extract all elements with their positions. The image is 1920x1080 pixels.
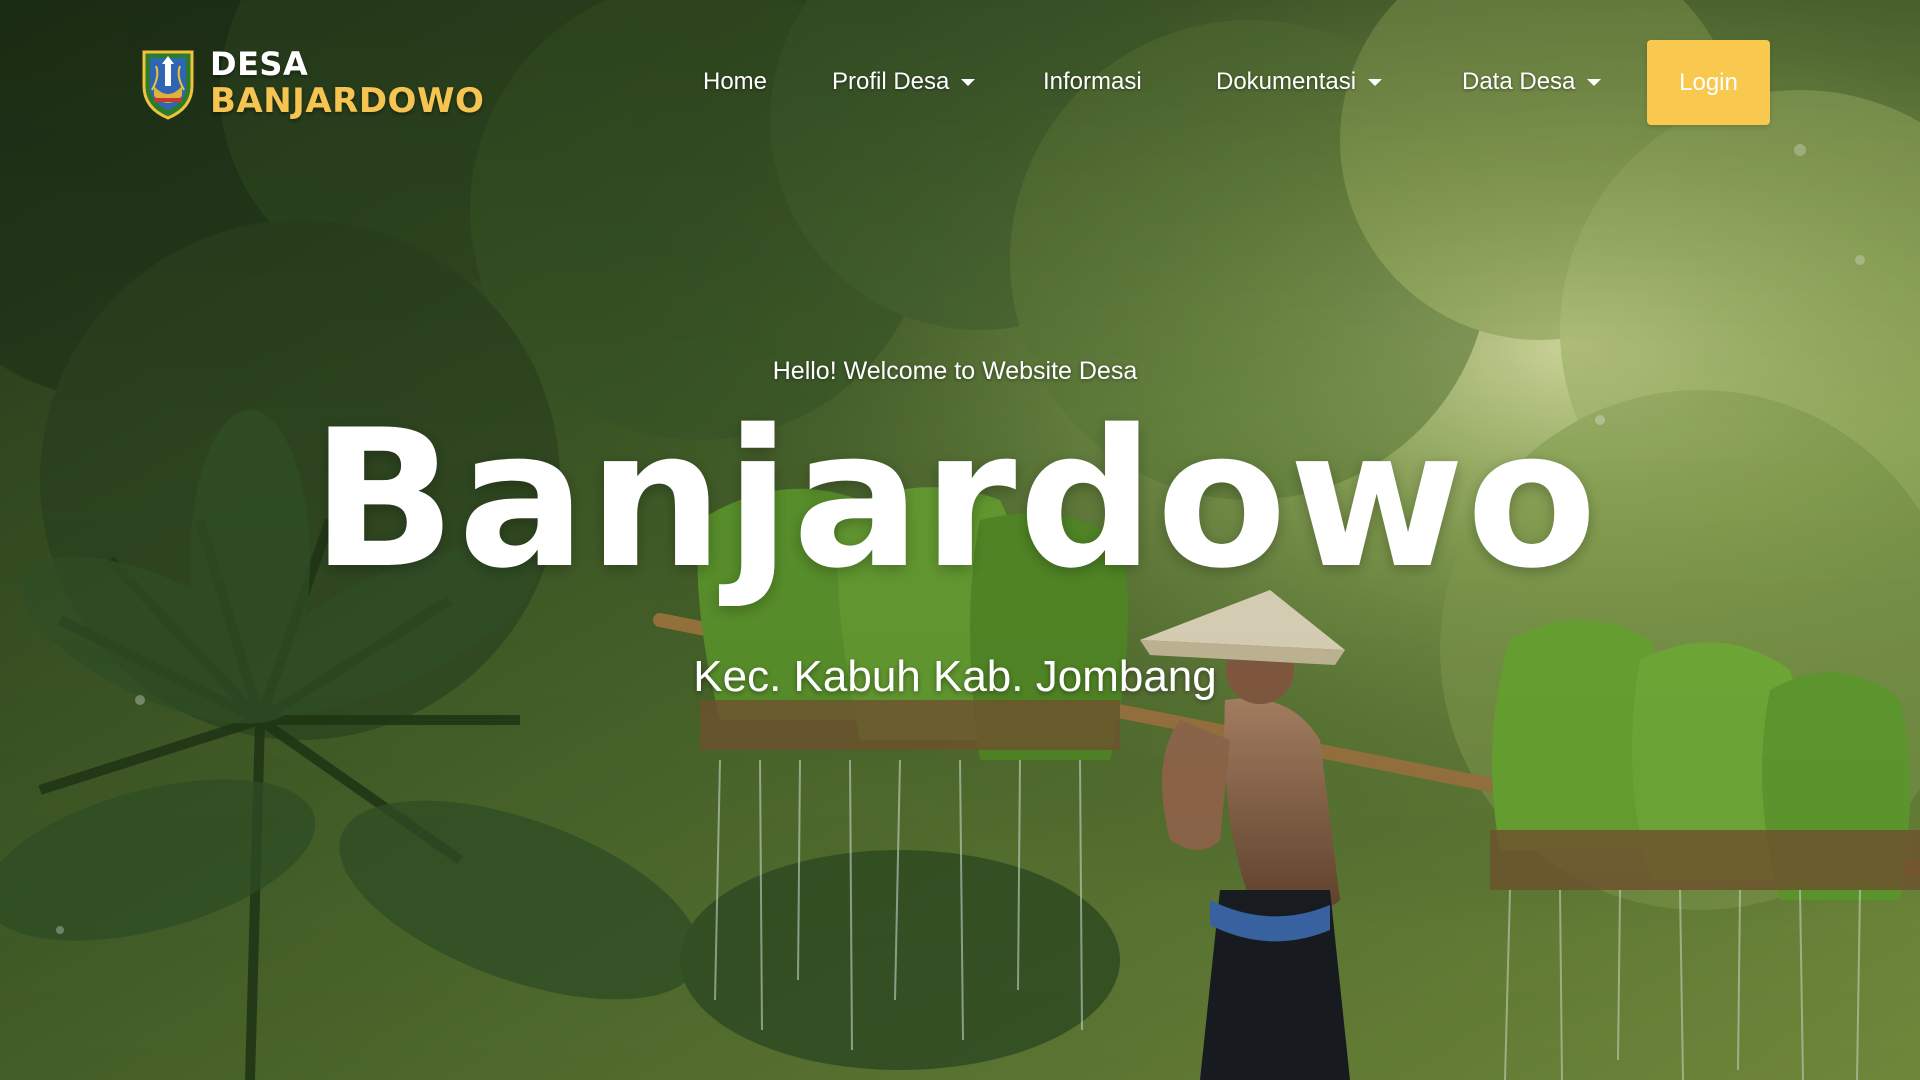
caret-down-icon xyxy=(961,78,976,86)
navbar: DESA BANJARDOWO Home Profil Desa Informa… xyxy=(0,0,1920,160)
nav-item-home[interactable]: Home xyxy=(703,68,767,96)
nav-item-label: Profil Desa xyxy=(832,68,950,95)
caret-down-icon xyxy=(1587,78,1602,86)
caret-down-icon xyxy=(1368,78,1383,86)
nav-item-profil-desa[interactable]: Profil Desa xyxy=(832,68,976,96)
hero-section: DESA BANJARDOWO Home Profil Desa Informa… xyxy=(0,0,1920,1080)
nav-item-label: Informasi xyxy=(1043,68,1142,95)
nav-item-data-desa[interactable]: Data Desa xyxy=(1462,68,1602,96)
nav-item-label: Home xyxy=(703,68,768,95)
nav-item-label: Dokumentasi xyxy=(1216,68,1357,95)
main-nav: Home Profil Desa Informasi Dokumentasi D… xyxy=(0,60,1920,108)
hero-subtitle: Kec. Kabuh Kab. Jombang xyxy=(693,652,1217,701)
hero-greeting: Hello! Welcome to Website Desa xyxy=(772,357,1138,385)
nav-item-informasi[interactable]: Informasi xyxy=(1043,68,1142,96)
nav-item-dokumentasi[interactable]: Dokumentasi xyxy=(1216,68,1383,96)
nav-item-label: Data Desa xyxy=(1462,68,1576,95)
hero-title: Banjardowo xyxy=(311,389,1599,610)
login-button[interactable]: Login xyxy=(1647,40,1770,125)
